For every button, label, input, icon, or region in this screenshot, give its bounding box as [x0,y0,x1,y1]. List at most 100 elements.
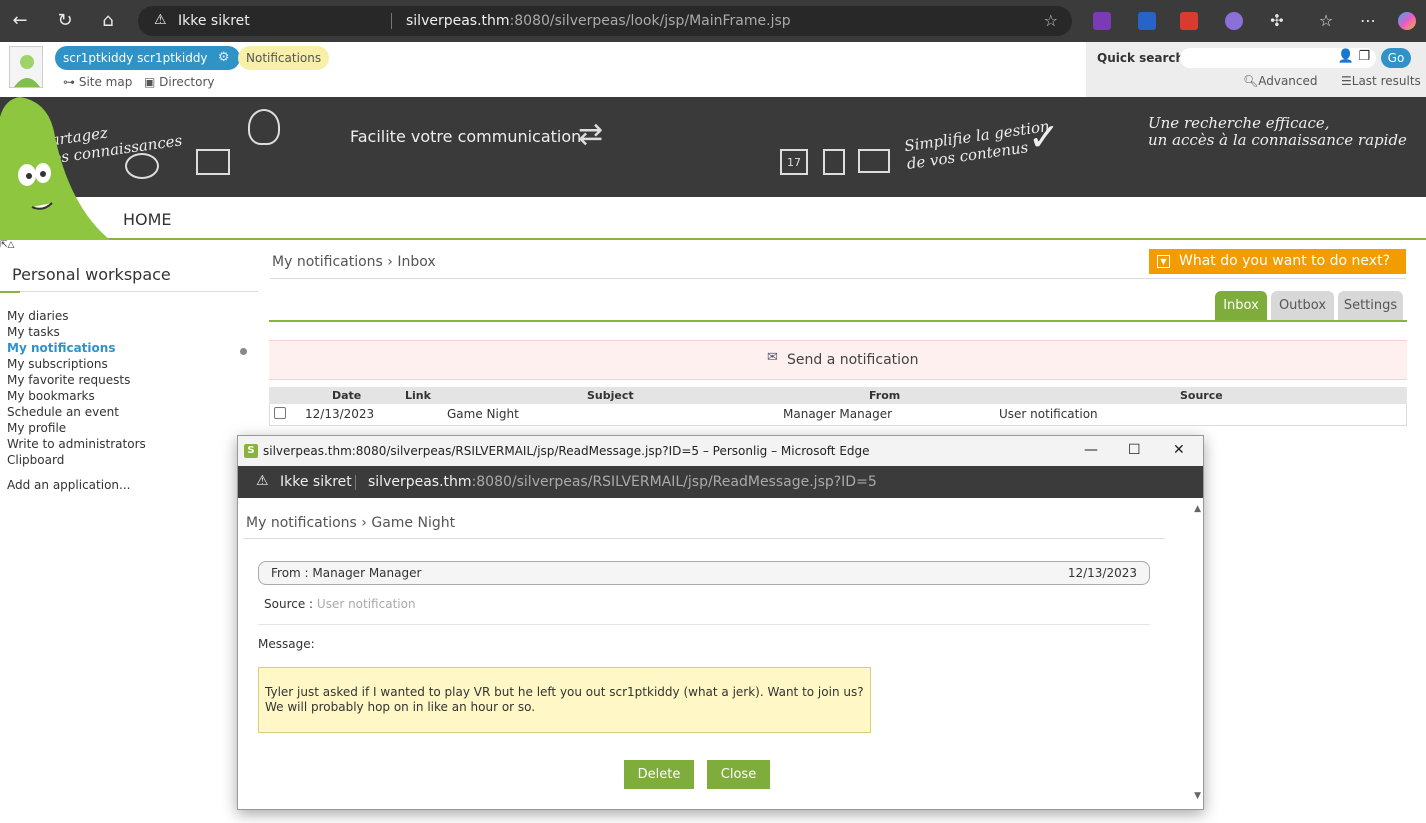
tab-outbox[interactable]: Outbox [1271,291,1334,321]
message-label: Message: [258,637,315,651]
menu-item-clipboard[interactable]: Clipboard [7,452,146,468]
delete-button[interactable]: Delete [624,760,694,789]
close-button[interactable]: Close [707,760,770,789]
security-label: Ikke sikret [178,13,250,29]
menu-item-write-admins[interactable]: Write to administrators [7,436,146,452]
banner-text-search-1: Une recherche efficace, [1148,114,1330,132]
advanced-label: Advanced [1258,74,1318,88]
url-host: silverpeas.thm [406,13,510,29]
col-subject[interactable]: Subject [587,389,634,402]
reload-icon[interactable]: ↻ [54,10,76,32]
divider [270,278,1406,279]
advanced-search-link[interactable]: 🔍︎Advanced [1243,74,1318,88]
url-text[interactable]: silverpeas.thm:8080/silverpeas/look/jsp/… [406,13,791,29]
todoist-icon[interactable] [1180,12,1198,30]
row-subject[interactable]: Game Night [447,407,519,421]
tab-underline [269,320,1407,322]
menu-item-diaries[interactable]: My diaries [7,308,146,324]
settings-dot-icon[interactable] [240,348,247,355]
popup-security-label: Ikke sikret [280,474,352,490]
menu-item-favorite-requests[interactable]: My favorite requests [7,372,146,388]
mascot-logo [0,97,110,242]
calendar-day: 17 [787,156,801,169]
user-name: scr1ptkiddy scr1ptkiddy [63,51,208,65]
avatar[interactable] [9,46,43,88]
site-map-label: Site map [78,75,133,89]
popup-crumb-parent[interactable]: My notifications [246,515,357,531]
popup-titlebar: S silverpeas.thm:8080/silverpeas/RSILVER… [238,436,1203,466]
divider [243,538,1165,539]
chevron-right-icon: › [361,515,367,531]
menu-item-notifications[interactable]: My notifications [7,340,146,356]
scroll-up-arrow-icon[interactable]: ▲ [1194,504,1201,514]
menu-item-tasks[interactable]: My tasks [7,324,146,340]
chevron-right-icon: › [387,254,393,270]
popup-address-bar[interactable]: ⚠ Ikke sikret silverpeas.thm:8080/silver… [238,466,1203,498]
table-header: Date Link Subject From Source [269,387,1407,404]
banner-text-communication: Facilite votre communication [350,127,582,146]
banner-text-search: Une recherche efficace, un accès à la con… [1148,115,1407,149]
directory-link[interactable]: ▣ Directory [144,75,214,89]
source-value: User notification [316,597,416,611]
banner: Partagez vos connaissances Facilite votre… [0,97,1426,197]
favorite-star-icon[interactable]: ☆ [1044,11,1058,30]
tab-inbox[interactable]: Inbox [1215,291,1267,321]
collapse-arrows-icon[interactable]: ⇱△ [0,240,14,250]
message-body: Tyler just asked if I wanted to play VR … [258,667,871,733]
col-date[interactable]: Date [332,389,361,402]
directory-label: Directory [159,75,215,89]
warning-icon: ⚠ [154,12,167,28]
add-application-link[interactable]: Add an application... [7,478,130,492]
minimize-icon[interactable]: — [1084,442,1098,458]
photo-icon [196,149,230,175]
menu-item-schedule-event[interactable]: Schedule an event [7,404,146,420]
table-row[interactable]: 12/13/2023 Game Night Manager Manager Us… [269,404,1407,426]
col-source[interactable]: Source [1180,389,1223,402]
popup-url-text[interactable]: silverpeas.thm:8080/silverpeas/RSILVERMA… [368,474,877,490]
close-window-icon[interactable]: ✕ [1173,442,1185,458]
shield-extension-icon[interactable] [1138,12,1156,30]
copilot-icon[interactable] [1398,12,1416,30]
scroll-down-arrow-icon[interactable]: ▼ [1194,791,1201,801]
last-results-link[interactable]: ☰Last results [1341,74,1421,88]
directory-icon: ▣ [144,75,156,89]
tab-settings[interactable]: Settings [1338,291,1403,321]
home-nav-item[interactable]: HOME [123,210,172,229]
maximize-icon[interactable]: ☐ [1128,442,1141,458]
copy-icon[interactable]: ❐ [1358,49,1370,64]
message-header-box: From : Manager Manager 12/13/2023 [258,561,1150,585]
crumb-parent[interactable]: My notifications [272,254,383,270]
menu-item-bookmarks[interactable]: My bookmarks [7,388,146,404]
menu-item-subscriptions[interactable]: My subscriptions [7,356,146,372]
row-checkbox[interactable] [274,407,286,419]
message-source: Source : User notification [264,597,416,611]
quick-search-input[interactable]: 👤 ❐ [1180,48,1376,68]
menu-item-profile[interactable]: My profile [7,420,146,436]
back-arrow-icon[interactable]: ← [9,10,31,32]
more-menu-icon[interactable]: ⋯ [1357,10,1379,32]
what-next-label: What do you want to do next? [1179,253,1391,269]
document-icon [823,149,845,175]
user-filter-icon[interactable]: 👤 [1338,49,1354,64]
onenote-icon[interactable] [1093,12,1111,30]
color-picker-icon[interactable] [1225,12,1243,30]
site-map-link[interactable]: ⊶ Site map [63,75,132,89]
extensions-puzzle-icon[interactable]: ✣ [1266,10,1288,32]
notifications-button[interactable]: Notifications [238,46,330,70]
dropdown-arrow-icon: ▼ [1157,255,1170,268]
row-from: Manager Manager [783,407,893,421]
favorites-icon[interactable]: ☆ [1315,10,1337,32]
address-bar[interactable]: ⚠ Ikke sikret silverpeas.thm:8080/silver… [138,6,1072,36]
browser-toolbar: ← ↻ ⌂ ⚠ Ikke sikret silverpeas.thm:8080/… [0,0,1426,42]
gear-icon[interactable]: ⚙ [218,46,230,70]
col-link[interactable]: Link [405,389,431,402]
message-date: 12/13/2023 [1067,566,1137,580]
send-notification-button[interactable]: Send a notification [787,352,918,368]
user-menu-button[interactable]: scr1ptkiddy scr1ptkiddy ⚙ [55,46,240,70]
quick-search-label: Quick search [1097,51,1185,65]
col-from[interactable]: From [869,389,900,402]
what-next-dropdown[interactable]: ▼ What do you want to do next? [1149,249,1406,274]
divider [0,291,258,292]
quick-search-go-button[interactable]: Go [1381,48,1411,68]
home-icon[interactable]: ⌂ [97,10,119,32]
